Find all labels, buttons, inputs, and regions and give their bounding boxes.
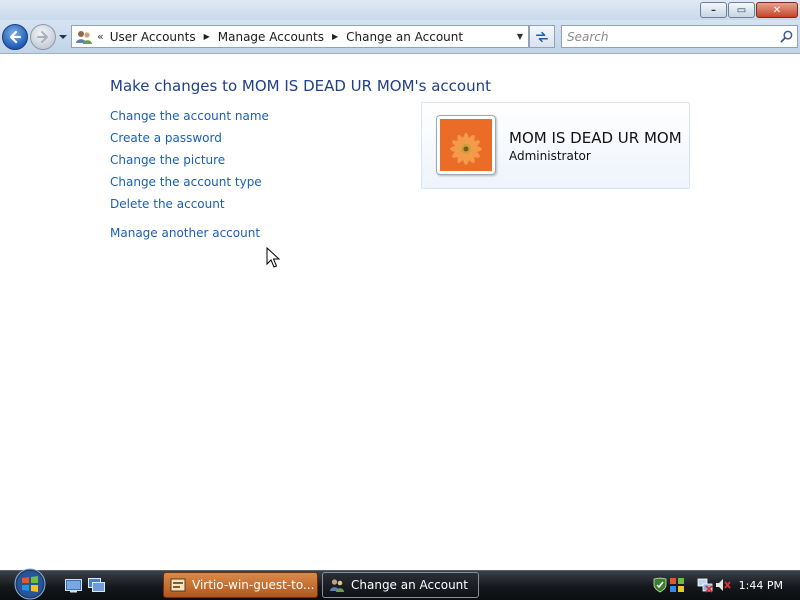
content-pane: Make changes to MOM IS DEAD UR MOM's acc… [0,55,800,570]
forward-button[interactable] [30,24,56,50]
forward-arrow-icon [37,31,48,43]
change-account-type-link[interactable]: Change the account type [110,175,269,197]
manage-another-account-link[interactable]: Manage another account [110,226,269,248]
search-input[interactable] [562,26,775,47]
close-button[interactable]: ✕ [756,2,798,18]
maximize-button[interactable]: ▭ [728,2,755,18]
avatar [436,115,496,175]
title-bar: – ▭ ✕ [0,0,800,20]
flower-picture-icon [440,119,492,171]
breadcrumb-change-an-account[interactable]: Change an Account [346,30,463,44]
search-box[interactable] [561,25,798,48]
account-tile: MOM IS DEAD UR MOM Administrator [421,102,690,189]
page-title: Make changes to MOM IS DEAD UR MOM's acc… [110,77,491,95]
address-overflow-icon[interactable]: « [97,30,104,43]
recent-pages-dropdown-icon[interactable] [58,32,68,42]
taskbar-button-label: Virtio-win-guest-to... [192,578,315,592]
breadcrumb-separator-icon[interactable]: ▶ [332,32,338,41]
volume-muted-icon[interactable] [715,577,731,593]
mouse-pointer-icon [266,247,280,268]
user-accounts-icon [76,30,92,44]
security-center-icon[interactable] [652,577,668,593]
user-accounts-icon [330,579,344,592]
taskbar-button-change-an-account[interactable]: Change an Account [322,572,479,598]
taskbar-button-label: Change an Account [351,578,468,592]
search-icon[interactable] [775,30,797,43]
start-button[interactable] [9,567,51,600]
switch-windows-icon[interactable] [88,578,105,593]
back-arrow-icon [9,30,22,44]
refresh-button[interactable] [529,25,555,48]
system-tray: 1:44 PM [645,573,800,598]
installer-icon [170,578,186,592]
refresh-icon [535,31,549,42]
delete-account-link[interactable]: Delete the account [110,197,269,219]
windows-logo-icon [14,568,46,600]
breadcrumb-user-accounts[interactable]: User Accounts [110,30,196,44]
address-bar[interactable]: « User Accounts ▶ Manage Accounts ▶ Chan… [71,25,529,48]
taskbar-button-virtio[interactable]: Virtio-win-guest-to... [163,572,318,598]
change-account-name-link[interactable]: Change the account name [110,109,269,131]
breadcrumb-separator-icon[interactable]: ▶ [204,32,210,41]
change-picture-link[interactable]: Change the picture [110,153,269,175]
navigation-bar: « User Accounts ▶ Manage Accounts ▶ Chan… [0,20,800,54]
show-desktop-icon[interactable] [65,578,82,593]
back-button[interactable] [2,24,28,50]
breadcrumb-manage-accounts[interactable]: Manage Accounts [218,30,324,44]
clock[interactable]: 1:44 PM [739,579,783,592]
account-name: MOM IS DEAD UR MOM [509,129,682,147]
window-controls: – ▭ ✕ [699,2,798,18]
address-dropdown-icon[interactable]: ▼ [512,26,528,47]
account-tasks-list: Change the account name Create a passwor… [110,109,269,248]
minimize-button[interactable]: – [700,2,727,18]
network-icon[interactable] [697,577,713,593]
create-password-link[interactable]: Create a password [110,131,269,153]
windows-update-icon[interactable] [669,577,685,593]
account-type: Administrator [509,149,591,163]
